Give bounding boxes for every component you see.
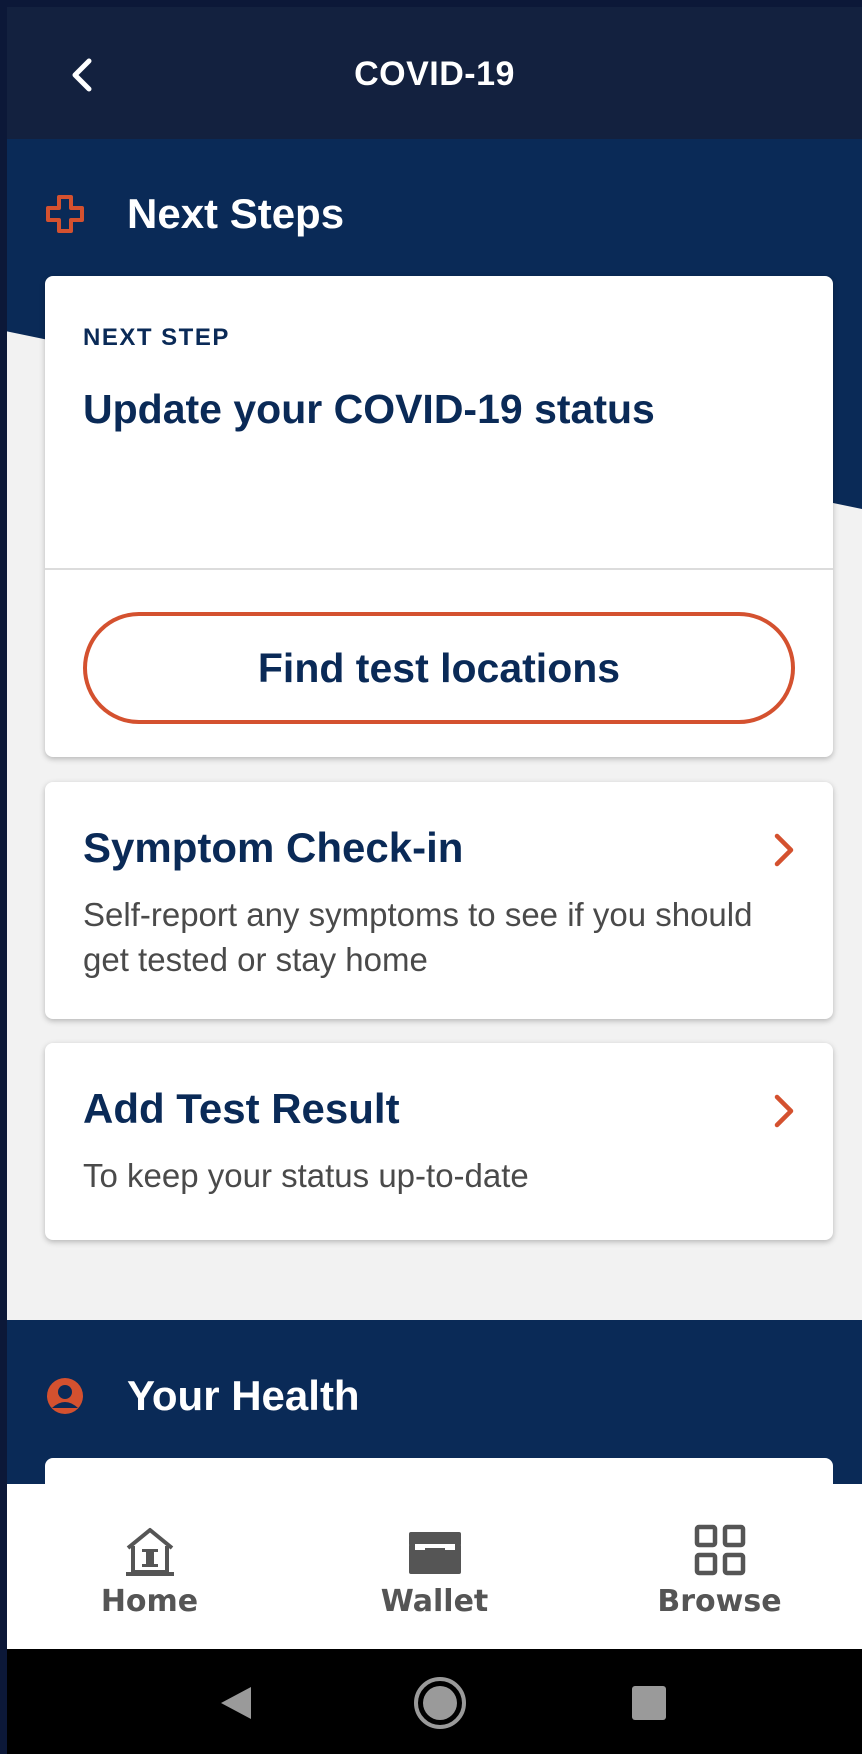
divider [45,568,833,570]
next-step-card: NEXT STEP Update your COVID-19 status Fi… [45,276,833,757]
page-title: COVID-19 [354,55,515,93]
top-app-bar: COVID-19 [7,7,862,139]
system-recents-button[interactable] [619,1673,679,1733]
back-triangle-icon [221,1687,251,1719]
nav-browse-label: Browse [657,1584,782,1619]
chevron-right-icon [774,1094,794,1128]
chevron-right-icon [774,833,794,867]
home-circle-icon [414,1677,466,1729]
symptom-check-in-description: Self-report any symptoms to see if you s… [83,896,753,978]
nav-home-label: Home [100,1584,199,1619]
find-test-locations-button[interactable]: Find test locations [83,612,795,724]
system-home-button[interactable] [410,1673,470,1733]
symptom-check-in-title: Symptom Check-in [83,824,464,871]
next-step-title: Update your COVID-19 status [83,386,655,432]
nav-wallet-label: Wallet [380,1584,489,1619]
add-test-result-description: To keep your status up-to-date [83,1157,529,1194]
next-steps-title: Next Steps [127,190,345,237]
nav-home[interactable]: Home [7,1484,292,1649]
nav-wallet[interactable]: Wallet [292,1484,577,1649]
your-health-title: Your Health [127,1372,360,1419]
grid-icon [694,1524,745,1576]
system-navigation-bar [7,1649,862,1754]
add-test-result-title: Add Test Result [83,1085,400,1132]
system-back-button[interactable] [207,1673,267,1733]
medical-cross-icon [46,195,84,233]
person-circle-icon [47,1378,83,1414]
nav-browse[interactable]: Browse [577,1484,862,1649]
add-test-result-card[interactable]: Add Test Result To keep your status up-t… [45,1043,833,1240]
app-screen: COVID-19 Next Steps NEXT STEP Update you… [7,7,862,1754]
symptom-check-in-card[interactable]: Symptom Check-in Self-report any symptom… [45,782,833,1019]
wallet-icon [408,1532,461,1574]
bottom-navigation: Home Wallet Browse [7,1484,862,1649]
home-icon [125,1528,174,1576]
your-health-heading: Your Health [45,1372,360,1420]
next-steps-heading: Next Steps [45,190,344,238]
next-step-label: NEXT STEP [83,324,230,351]
recents-square-icon [632,1686,666,1720]
